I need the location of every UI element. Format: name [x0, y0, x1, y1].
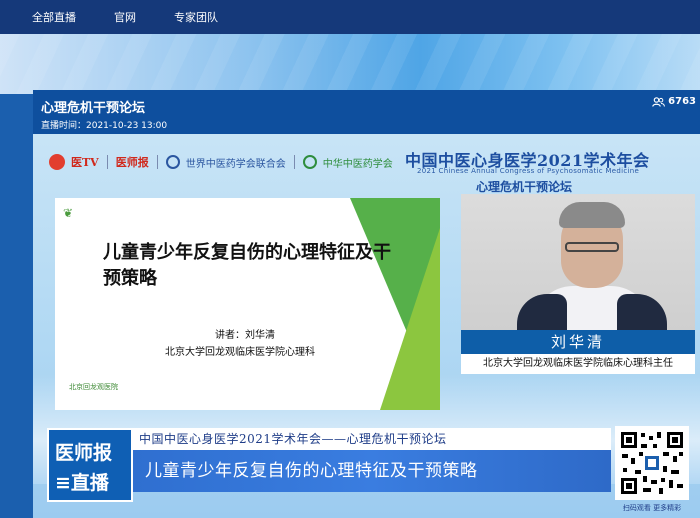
speaker-camera	[461, 194, 695, 330]
sponsor-logos: 医TV 医师报 世界中医药学会联合会 中华中医药学会	[49, 154, 393, 170]
yitv-logo-icon	[49, 154, 65, 170]
slide-hospital-footer: 北京回龙观医院	[69, 383, 118, 391]
conference-title-english: 2021 Chinese Annual Congress of Psychoso…	[417, 167, 640, 175]
nav-item-all-live[interactable]: 全部直播	[32, 9, 76, 25]
people-icon	[652, 96, 666, 107]
live-badge: 医师报 ≡直播	[47, 428, 133, 502]
qr-code	[615, 426, 689, 500]
live-badge-line1: 医师报	[55, 442, 113, 464]
live-badge-line2: ≡直播	[55, 472, 109, 494]
video-player[interactable]: 医TV 医师报 世界中医药学会联合会 中华中医药学会 中国中医心身医学2021学…	[33, 134, 700, 518]
viewer-count: 6763	[652, 96, 696, 107]
logo-divider	[156, 155, 158, 169]
slide-affiliation: 北京大学回龙观临床医学院心理科	[165, 347, 315, 358]
presentation-slide: ❦ 儿童青少年反复自伤的心理特征及干预策略 讲者：刘华清 北京大学回龙观临床医学…	[55, 198, 440, 410]
speaker-title: 北京大学回龙观临床医学院临床心理科主任	[461, 354, 695, 374]
yitv-logo-text: 医TV	[71, 156, 99, 169]
topic-banner: 儿童青少年反复自伤的心理特征及干预策略	[133, 450, 611, 492]
speaker-hair	[559, 202, 625, 228]
wfcms-logo-text: 世界中医药学会联合会	[185, 158, 286, 170]
cacm-logo-text: 中华中医药学会	[322, 158, 393, 170]
slide-speaker: 讲者：刘华清	[215, 330, 275, 341]
speaker-name: 刘华清	[461, 330, 695, 354]
logo-divider	[293, 155, 295, 169]
logo-divider	[106, 155, 108, 169]
speaker-jacket	[517, 294, 567, 330]
top-nav: 全部直播 官网 专家团队	[0, 0, 700, 34]
speaker-jacket	[617, 294, 667, 330]
nav-item-expert-team[interactable]: 专家团队	[174, 9, 218, 25]
wfcms-logo-icon	[165, 155, 180, 169]
nav-item-official-site[interactable]: 官网	[114, 9, 136, 25]
live-room-header: 心理危机干预论坛 直播时间：2021-10-23 13:00 6763	[33, 90, 700, 134]
viewer-count-value: 6763	[668, 96, 696, 107]
live-time: 直播时间：2021-10-23 13:00	[41, 121, 168, 131]
qr-code-icon	[619, 430, 685, 496]
page-banner-backdrop	[0, 34, 700, 94]
cacm-logo-icon	[302, 155, 317, 169]
event-banner: 中国中医心身医学2021学术年会——心理危机干预论坛	[133, 428, 611, 450]
slide-title: 儿童青少年反复自伤的心理特征及干预策略	[103, 242, 391, 289]
doctor-paper-logo-text: 医师报	[115, 156, 149, 169]
speaker-glasses	[565, 242, 619, 252]
qr-caption: 扫码观看 更多精彩	[622, 504, 682, 512]
hospital-leaf-icon: ❦	[63, 206, 74, 220]
conference-subtitle: 心理危机干预论坛	[476, 180, 573, 194]
room-title: 心理危机干预论坛	[41, 101, 146, 116]
